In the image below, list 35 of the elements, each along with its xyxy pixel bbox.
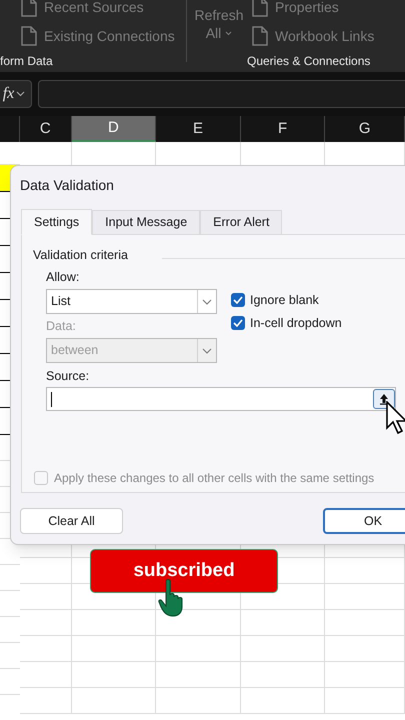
document-icon[interactable]	[20, 0, 38, 17]
function-button[interactable]: fx	[0, 80, 32, 108]
window-title: Data Validation	[20, 176, 114, 195]
source-field[interactable]	[46, 387, 396, 411]
checkbox[interactable]	[231, 293, 245, 308]
chevron-down-icon[interactable]	[225, 30, 232, 36]
up-arrow-icon	[379, 393, 389, 405]
tab[interactable]: Input Message	[92, 210, 200, 235]
checkbox-label: Ignore blank	[250, 292, 319, 309]
checkbox-label: In-cell dropdown	[250, 315, 342, 332]
column-header[interactable]: G	[325, 116, 405, 142]
column-header[interactable]: F	[240, 116, 326, 142]
field-label: Source:	[46, 368, 90, 385]
formula-input[interactable]	[38, 80, 405, 108]
section-title: Validation criteria	[33, 247, 128, 264]
column-header[interactable]: D	[72, 116, 156, 142]
document-icon[interactable]	[251, 0, 269, 17]
document-icon[interactable]	[251, 26, 269, 46]
dropdown-field[interactable]: List	[46, 289, 217, 314]
field-label: Data:	[46, 318, 76, 335]
chevron-down-icon	[202, 298, 212, 304]
chevron-down-icon	[202, 348, 212, 354]
ok-button[interactable]: OK	[323, 508, 405, 534]
checkbox-label: Apply these changes to all other cells with the same settings	[54, 470, 374, 487]
checkbox[interactable]	[231, 316, 245, 330]
group-label: Queries & Connections	[247, 53, 372, 70]
chevron-down-icon	[16, 91, 26, 97]
document-icon[interactable]	[20, 26, 38, 46]
tab[interactable]: Error Alert	[200, 210, 282, 235]
group-label: form Data	[0, 53, 54, 70]
column-header[interactable]: E	[156, 116, 241, 142]
tab[interactable]: Settings	[21, 209, 92, 235]
field-label: Allow:	[46, 269, 80, 286]
subscribe-button[interactable]: subscribed	[90, 549, 278, 593]
clear-all-button[interactable]: Clear All	[20, 508, 123, 534]
